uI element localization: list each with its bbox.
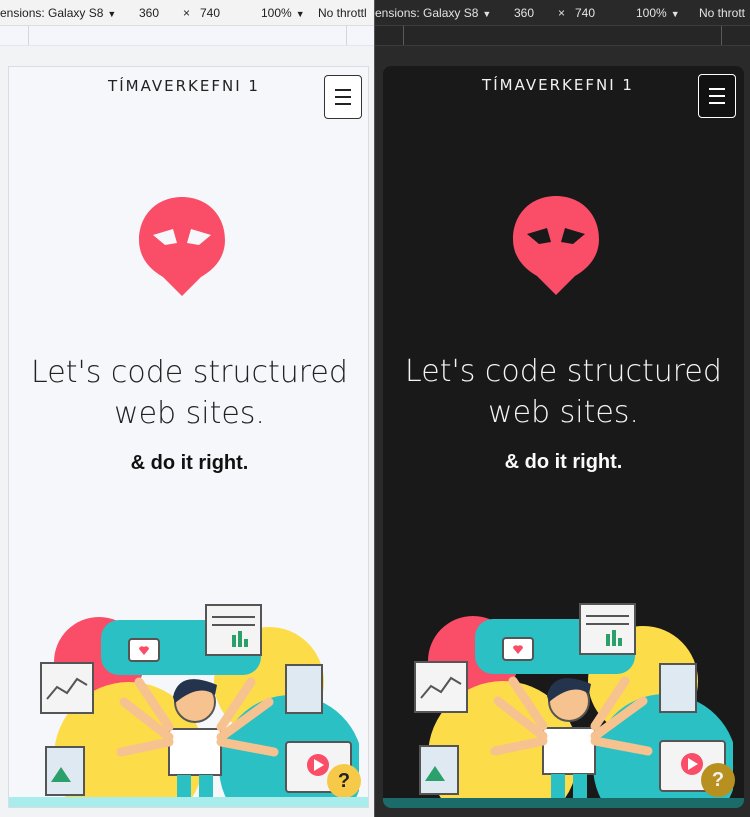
caret-down-icon: ▼	[295, 9, 305, 19]
developer-illustration	[40, 604, 359, 807]
hamburger-menu-button[interactable]	[324, 75, 362, 119]
device-dimensions-label: ensions: Galaxy S8	[0, 6, 104, 20]
light-theme-preview: ensions: Galaxy S8 ▼ 360 × 740 100% ▼ No t…	[0, 0, 375, 817]
hamburger-menu-icon	[709, 95, 725, 97]
site-title[interactable]: TÍMAVERKEFNI 1	[383, 76, 733, 94]
device-toolbar: ensions: Galaxy S8 ▼ 360 × 740 100% ▼ No t…	[0, 0, 375, 26]
site-title[interactable]: TÍMAVERKEFNI 1	[9, 77, 359, 95]
bottom-bar	[9, 797, 368, 807]
device-dimensions-label: ensions: Galaxy S8	[375, 6, 479, 20]
device-viewport: TÍMAVERKEFNI 1 Let's code structured web…	[8, 66, 369, 808]
zoom-label: 100%	[636, 6, 667, 20]
help-button[interactable]: ?	[327, 764, 361, 798]
height-input[interactable]: 740	[575, 6, 595, 20]
media-query-ruler[interactable]	[0, 26, 375, 46]
media-query-ruler[interactable]	[375, 26, 750, 46]
width-input[interactable]: 360	[514, 6, 534, 20]
zoom-label: 100%	[261, 6, 292, 20]
developer-illustration	[414, 603, 733, 806]
headline-line-2: web sites.	[114, 396, 265, 431]
ruler-tick	[403, 26, 404, 45]
headline: Let's code structured web sites.	[383, 351, 744, 433]
device-dimensions-select[interactable]: ensions: Galaxy S8 ▼	[0, 6, 116, 20]
ruler-tick	[721, 26, 722, 45]
headline: Let's code structured web sites.	[9, 352, 368, 434]
hamburger-menu-icon	[335, 96, 351, 98]
caret-down-icon: ▼	[482, 9, 492, 19]
caret-down-icon: ▼	[107, 9, 117, 19]
times-icon: ×	[183, 6, 191, 20]
times-icon: ×	[558, 6, 566, 20]
dark-theme-preview: ensions: Galaxy S8 ▼ 360 × 740 100% ▼ No t…	[375, 0, 750, 817]
device-viewport: TÍMAVERKEFNI 1 Let's code structured web…	[383, 66, 744, 808]
headline-line-1: Let's code structured	[405, 354, 722, 389]
headline-line-1: Let's code structured	[31, 355, 348, 390]
headline-line-2: web sites.	[488, 395, 639, 430]
hamburger-menu-icon	[335, 103, 351, 105]
hamburger-menu-icon	[335, 89, 351, 91]
throttle-select[interactable]: No throttl	[318, 6, 367, 20]
hamburger-menu-icon	[709, 88, 725, 90]
hamburger-menu-icon	[709, 102, 725, 104]
caret-down-icon: ▼	[670, 9, 680, 19]
device-dimensions-select[interactable]: ensions: Galaxy S8 ▼	[375, 6, 491, 20]
bottom-bar	[383, 798, 744, 808]
ruler-tick	[346, 26, 347, 45]
zoom-select[interactable]: 100% ▼	[261, 6, 305, 20]
subheadline: & do it right.	[130, 452, 249, 474]
width-input[interactable]: 360	[139, 6, 159, 20]
alien-logo-icon	[513, 196, 599, 295]
throttle-select[interactable]: No thrott	[699, 6, 745, 20]
hamburger-menu-button[interactable]	[698, 74, 736, 118]
alien-logo-icon	[139, 197, 225, 296]
help-button[interactable]: ?	[701, 763, 735, 797]
zoom-select[interactable]: 100% ▼	[636, 6, 680, 20]
height-input[interactable]: 740	[200, 6, 220, 20]
subheadline: & do it right.	[504, 451, 623, 473]
ruler-tick	[28, 26, 29, 45]
device-toolbar: ensions: Galaxy S8 ▼ 360 × 740 100% ▼ No t…	[375, 0, 750, 26]
